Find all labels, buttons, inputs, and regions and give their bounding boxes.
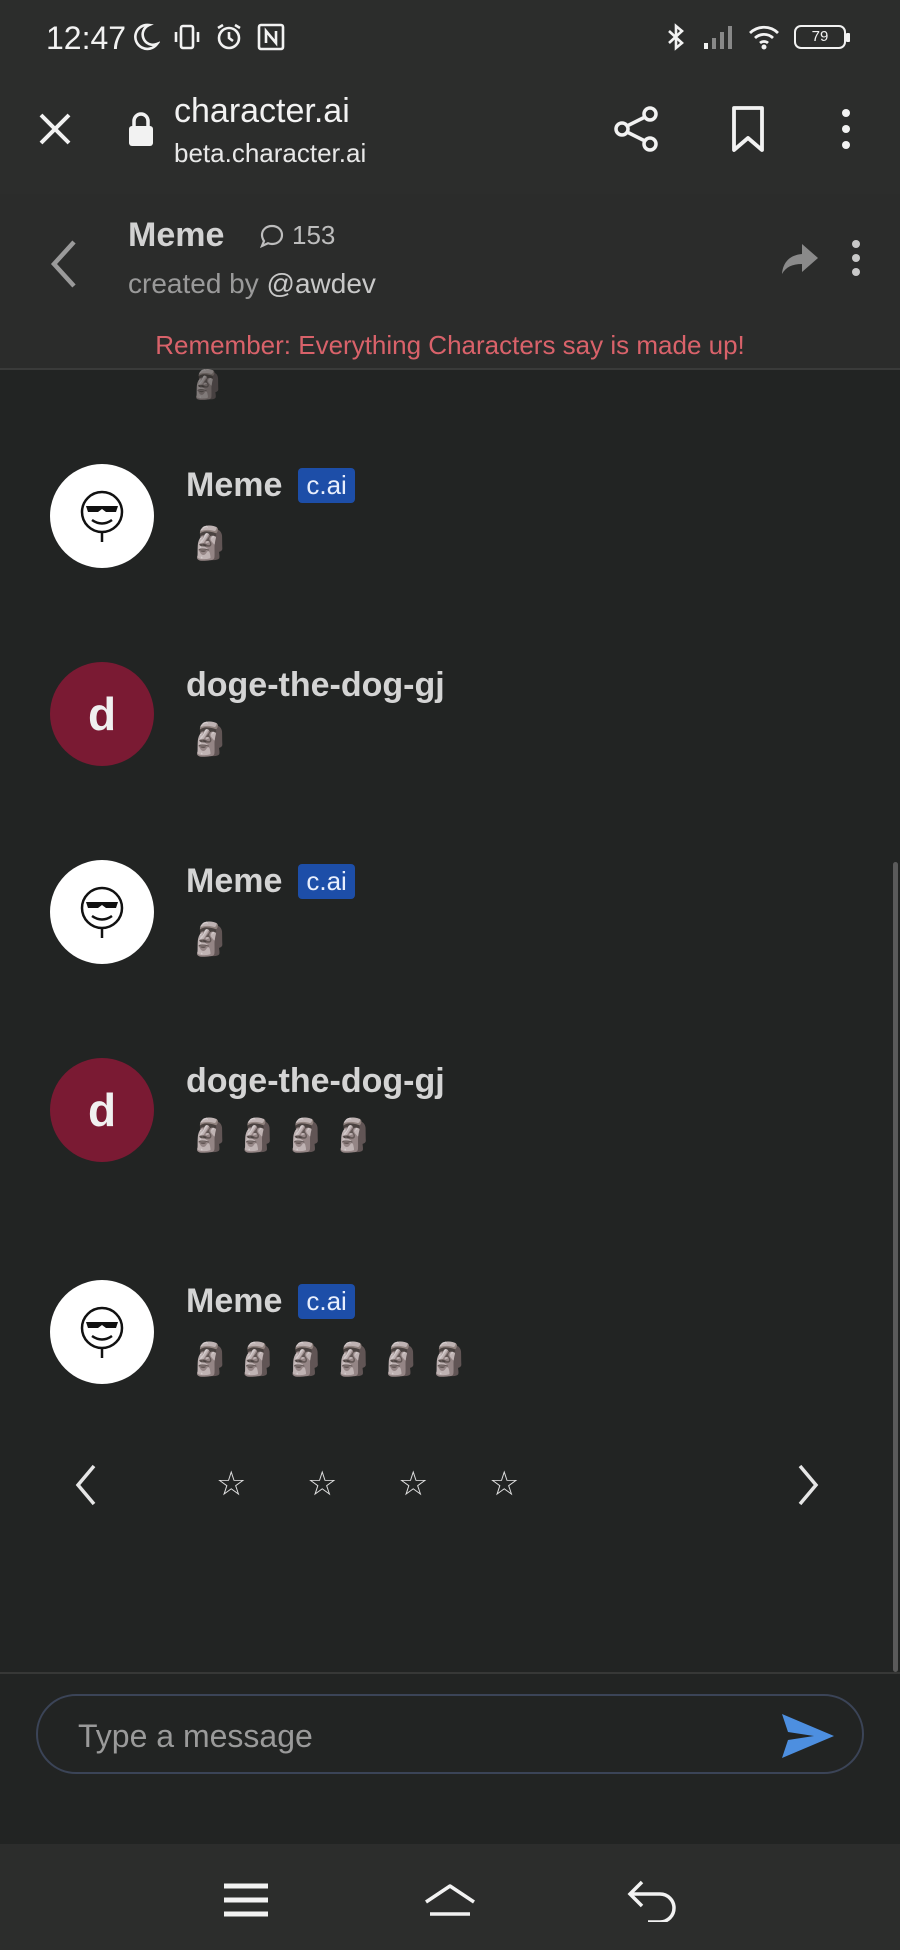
created-by-prefix: created by: [128, 268, 267, 299]
author-name: Meme: [186, 466, 283, 504]
rating-star-1[interactable]: ☆: [216, 1464, 246, 1504]
cai-badge: c.ai: [298, 468, 355, 503]
back-chevron-icon[interactable]: [44, 234, 84, 294]
signal-icon: [704, 26, 732, 49]
author-name: doge-the-dog-gj: [186, 1062, 445, 1100]
meme-face-icon: [80, 886, 124, 938]
cai-badge: c.ai: [298, 864, 355, 899]
creator-handle[interactable]: @awdev: [267, 268, 376, 299]
rating-star-4[interactable]: ☆: [489, 1464, 519, 1504]
bot-avatar[interactable]: [50, 860, 154, 964]
message-author: Meme c.ai: [186, 1282, 355, 1321]
message-text: 🗿🗿🗿🗿: [190, 1117, 382, 1153]
message-author: Meme c.ai: [186, 862, 355, 901]
home-icon[interactable]: [422, 1880, 478, 1920]
menu-icon[interactable]: [222, 1880, 270, 1920]
message-item: Meme c.ai 🗿: [0, 464, 900, 614]
message-count-value: 153: [292, 220, 336, 250]
browser-url[interactable]: beta.character.ai: [174, 138, 366, 169]
browser-title: character.ai: [174, 92, 350, 130]
status-time: 12:47: [46, 20, 127, 56]
bot-avatar[interactable]: [50, 464, 154, 568]
lock-icon: [129, 112, 153, 146]
chat-header: Meme 153 created by @awdev Remember: Eve…: [0, 194, 900, 370]
message-text: 🗿🗿🗿🗿🗿🗿: [190, 1341, 478, 1377]
rating-star-3[interactable]: ☆: [398, 1464, 428, 1504]
battery-indicator: 79: [794, 25, 850, 49]
message-item: Meme c.ai 🗿🗿🗿🗿🗿🗿: [0, 1280, 900, 1430]
send-icon[interactable]: [780, 1712, 836, 1760]
message-input[interactable]: [78, 1714, 758, 1758]
message-item: d doge-the-dog-gj 🗿: [0, 662, 900, 812]
vibrate-icon: [174, 24, 200, 50]
previous-reply-icon[interactable]: [74, 1462, 98, 1508]
user-avatar[interactable]: d: [50, 1058, 154, 1162]
bookmark-icon[interactable]: [728, 104, 768, 154]
wifi-icon: [749, 25, 779, 50]
message-input-container: [36, 1694, 864, 1774]
share-arrow-icon[interactable]: [780, 242, 820, 276]
status-bar: 12:47 79: [0, 0, 900, 78]
creator-line: created by @awdev: [128, 268, 376, 300]
user-avatar[interactable]: d: [50, 662, 154, 766]
message-author: doge-the-dog-gj: [186, 666, 445, 705]
rating-star-2[interactable]: ☆: [307, 1464, 337, 1504]
chat-bubble-icon: [259, 224, 284, 248]
bot-avatar[interactable]: [50, 1280, 154, 1384]
nfc-icon: [257, 23, 285, 51]
scrollbar[interactable]: [893, 862, 898, 1672]
message-text: 🗿: [190, 525, 238, 561]
share-icon[interactable]: [612, 104, 662, 154]
author-name: Meme: [186, 1282, 283, 1320]
meme-face-icon: [80, 1306, 124, 1358]
disclaimer-text: Remember: Everything Characters say is m…: [155, 330, 745, 360]
author-name: Meme: [186, 862, 283, 900]
next-reply-icon[interactable]: [796, 1462, 820, 1508]
character-name[interactable]: Meme: [128, 216, 224, 255]
moon-icon: [134, 23, 160, 51]
system-nav-bar: [0, 1844, 900, 1950]
composer: [0, 1672, 900, 1844]
author-name: doge-the-dog-gj: [186, 666, 445, 704]
message-author: doge-the-dog-gj: [186, 1062, 445, 1101]
message-count: 153: [258, 220, 335, 251]
more-vertical-icon[interactable]: [836, 104, 856, 154]
message-author: Meme c.ai: [186, 466, 355, 505]
message-rating-row: ☆ ☆ ☆ ☆: [0, 1456, 900, 1516]
message-text: 🗿: [190, 721, 238, 757]
alarm-icon: [217, 23, 241, 50]
chat-options-icon[interactable]: [846, 238, 866, 278]
previous-message-peek: 🗿: [190, 369, 225, 400]
bluetooth-icon: [668, 23, 684, 51]
message-item: Meme c.ai 🗿: [0, 860, 900, 1010]
cai-badge: c.ai: [298, 1284, 355, 1319]
back-icon[interactable]: [626, 1876, 680, 1922]
message-text: 🗿: [190, 921, 238, 957]
message-item: d doge-the-dog-gj 🗿🗿🗿🗿: [0, 1058, 900, 1208]
browser-toolbar: character.ai beta.character.ai: [0, 78, 900, 194]
close-icon[interactable]: [34, 108, 76, 150]
meme-face-icon: [80, 490, 124, 542]
